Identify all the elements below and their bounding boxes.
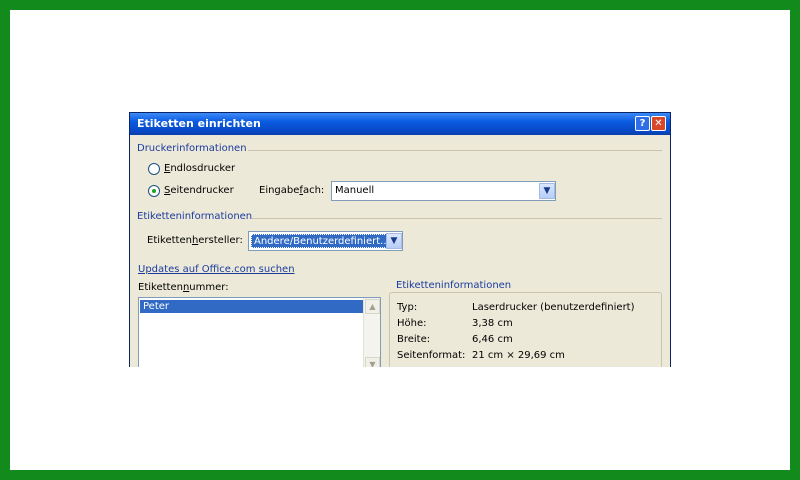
close-button[interactable]: ✕ <box>651 116 666 131</box>
etikettenhersteller-value: Andere/Benutzerdefiniert... <box>251 234 393 248</box>
title-bar[interactable]: Etiketten einrichten ? ✕ <box>130 113 670 135</box>
arrow-down-icon[interactable]: ▼ <box>365 357 380 367</box>
info-key-typ: Typ: <box>397 302 418 313</box>
info-value-seitenformat: 21 cm × 29,69 cm <box>472 350 565 361</box>
info-key-seitenformat: Seitenformat: <box>397 350 466 361</box>
chevron-down-icon[interactable]: ▼ <box>539 183 555 199</box>
list-item[interactable]: Peter <box>140 300 363 313</box>
etiketteninformationen-group-label: Etiketteninformationen <box>137 211 253 222</box>
chevron-down-icon[interactable]: ▼ <box>386 233 402 249</box>
listbox-scrollbar[interactable]: ▲ ▼ <box>363 298 380 367</box>
druckerinformationen-group-label: Druckerinformationen <box>137 143 247 154</box>
arrow-up-icon[interactable]: ▲ <box>365 299 380 314</box>
etikettenhersteller-select[interactable]: Andere/Benutzerdefiniert... ▼ <box>248 231 403 251</box>
group-divider <box>252 218 662 219</box>
info-key-breite: Breite: <box>397 334 431 345</box>
info-value-breite: 6,46 cm <box>472 334 513 345</box>
eingabefach-label: Eingabefach: <box>259 185 325 196</box>
etiketten-dialog: Etiketten einrichten ? ✕ Druckerinformat… <box>129 112 671 367</box>
seitendrucker-radio[interactable] <box>148 185 160 197</box>
group-divider <box>248 150 662 151</box>
dialog-title: Etiketten einrichten <box>137 117 261 130</box>
endlosdrucker-radio[interactable] <box>148 163 160 175</box>
info-value-hoehe: 3,38 cm <box>472 318 513 329</box>
info-value-typ: Laserdrucker (benutzerdefiniert) <box>472 302 635 313</box>
seitendrucker-label[interactable]: Seitendrucker <box>164 185 234 196</box>
etikettennummer-listbox[interactable]: Peter ▲ ▼ <box>138 297 381 367</box>
help-button[interactable]: ? <box>635 116 650 131</box>
etikettennummer-label: Etikettennummer: <box>138 282 229 293</box>
updates-link[interactable]: Updates auf Office.com suchen <box>138 264 295 275</box>
info-key-hoehe: Höhe: <box>397 318 427 329</box>
eingabefach-select[interactable]: Manuell ▼ <box>331 181 556 201</box>
etikettenhersteller-label: Etikettenhersteller: <box>147 235 243 246</box>
eingabefach-value: Manuell <box>335 185 375 196</box>
endlosdrucker-label[interactable]: Endlosdrucker <box>164 163 235 174</box>
info-group-label: Etiketteninformationen <box>394 280 514 291</box>
